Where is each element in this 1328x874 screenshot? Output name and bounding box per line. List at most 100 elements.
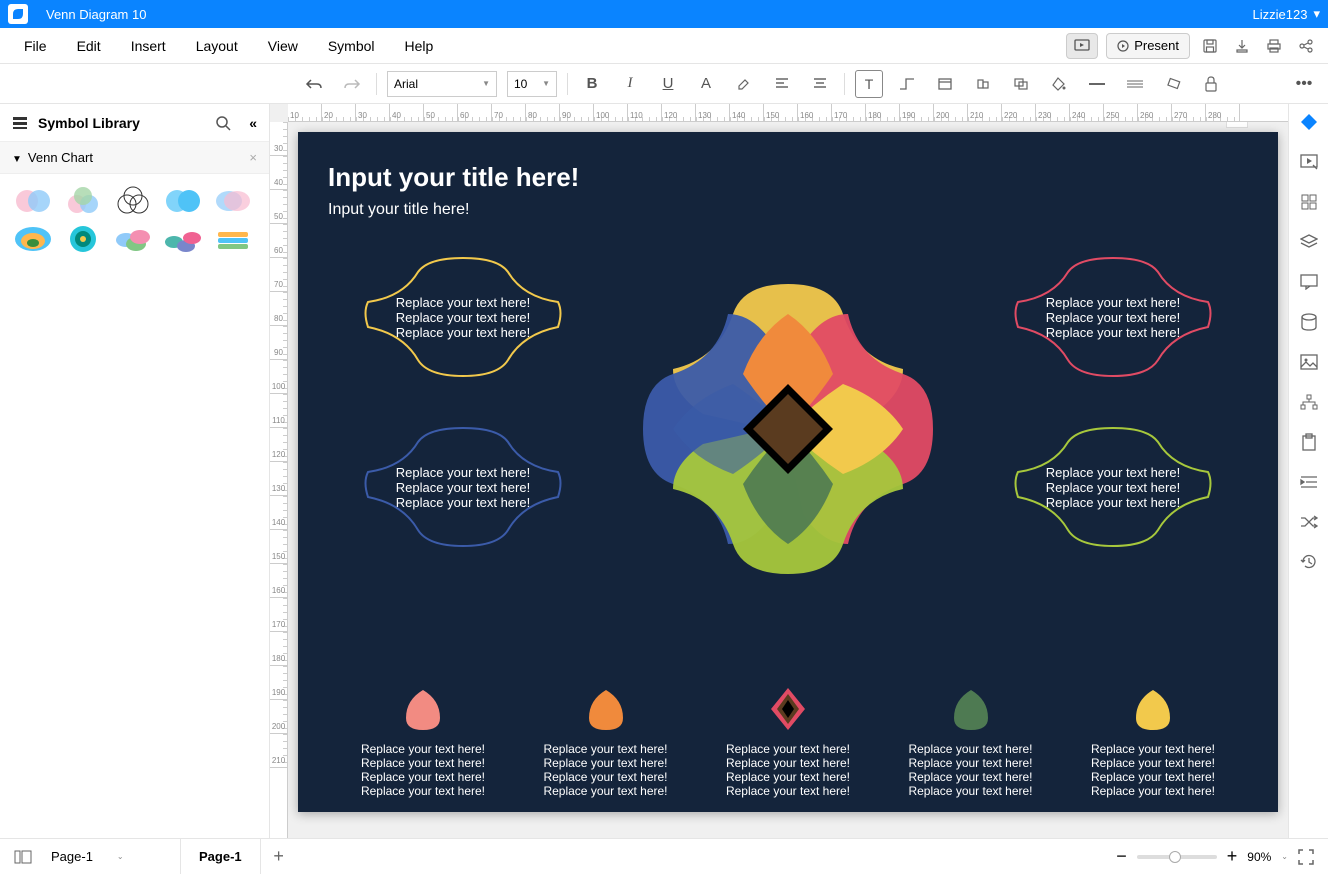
align-objects-button[interactable]	[969, 70, 997, 98]
clipboard-icon[interactable]	[1297, 430, 1321, 454]
menu-help[interactable]: Help	[391, 32, 448, 60]
menu-edit[interactable]: Edit	[63, 32, 115, 60]
right-toolbar	[1288, 104, 1328, 838]
venn-shape-concentric[interactable]	[12, 224, 54, 254]
highlight-button[interactable]	[730, 70, 758, 98]
save-icon[interactable]	[1198, 34, 1222, 58]
shuffle-icon[interactable]	[1297, 510, 1321, 534]
text-tool-button[interactable]: T	[855, 70, 883, 98]
menu-symbol[interactable]: Symbol	[314, 32, 389, 60]
user-menu[interactable]: Lizzie123 ▾	[1253, 6, 1320, 22]
menu-layout[interactable]: Layout	[182, 32, 252, 60]
library-shapes	[0, 174, 269, 266]
grid-icon[interactable]	[1297, 190, 1321, 214]
add-page-button[interactable]: +	[261, 846, 297, 867]
menu-view[interactable]: View	[254, 32, 312, 60]
venn-shape-2flat[interactable]	[162, 186, 204, 216]
history-icon[interactable]	[1297, 550, 1321, 574]
toolbar: Arial▼ 10▼ B I U A T •••	[0, 64, 1328, 104]
zoom-out-button[interactable]: −	[1116, 846, 1127, 867]
app-logo-icon	[8, 4, 28, 24]
page-title-text[interactable]: Input your title here!	[328, 162, 1248, 193]
callout-bottom-right[interactable]: Replace your text here! Replace your tex…	[1008, 422, 1218, 552]
canvas-scroll[interactable]: Input your title here! Input your title …	[288, 122, 1288, 838]
ruler-horizontal: 1020304050607080901001101201301401501601…	[288, 104, 1288, 122]
export-icon[interactable]	[1230, 34, 1254, 58]
undo-button[interactable]	[300, 70, 328, 98]
group-button[interactable]	[1007, 70, 1035, 98]
search-icon[interactable]	[215, 115, 231, 131]
page-tab[interactable]: Page-1	[181, 839, 261, 874]
document-title: Venn Diagram 10	[46, 7, 1253, 22]
venn-shape-segments[interactable]	[212, 224, 254, 254]
redo-button[interactable]	[338, 70, 366, 98]
venn-shape-overlap-3d[interactable]	[112, 224, 154, 254]
close-panel-icon[interactable]: ×	[249, 150, 257, 165]
venn-shape-ellipses[interactable]	[212, 186, 254, 216]
sidebar-title: Symbol Library	[38, 115, 140, 131]
comment-slide-icon[interactable]	[1297, 270, 1321, 294]
theme-icon[interactable]	[1297, 110, 1321, 134]
legend-row: Replace your text here! Replace your tex…	[348, 686, 1228, 798]
connector-button[interactable]	[893, 70, 921, 98]
zoom-slider[interactable]	[1137, 855, 1217, 859]
venn-shape-3outline[interactable]	[112, 186, 154, 216]
venn-shape-2circle[interactable]	[12, 186, 54, 216]
container-button[interactable]	[931, 70, 959, 98]
outline-icon[interactable]	[14, 850, 32, 864]
menu-file[interactable]: File	[10, 32, 61, 60]
statusbar: Page-1⌄ Page-1 + − + 90% ⌄	[0, 838, 1328, 874]
italic-button[interactable]: I	[616, 70, 644, 98]
align-h-button[interactable]	[768, 70, 796, 98]
align-v-button[interactable]	[806, 70, 834, 98]
library-panel-header[interactable]: ▼Venn Chart ×	[0, 142, 269, 174]
canvas-area: » 10203040506070809010011012013014015016…	[270, 104, 1288, 838]
fill-button[interactable]	[1045, 70, 1073, 98]
present-button[interactable]: Present	[1106, 33, 1190, 59]
fullscreen-icon[interactable]	[1298, 849, 1314, 865]
user-name: Lizzie123	[1253, 7, 1308, 22]
font-color-button[interactable]: A	[692, 70, 720, 98]
callout-bottom-left[interactable]: Replace your text here! Replace your tex…	[358, 422, 568, 552]
venn-shape-radial[interactable]	[62, 224, 104, 254]
ruler-vertical: 3040506070809010011012013014015016017018…	[270, 122, 288, 838]
legend-item-4[interactable]: Replace your text here! Replace your tex…	[896, 686, 1046, 798]
legend-item-5[interactable]: Replace your text here! Replace your tex…	[1078, 686, 1228, 798]
zoom-in-button[interactable]: +	[1227, 846, 1238, 867]
menu-insert[interactable]: Insert	[117, 32, 180, 60]
indent-icon[interactable]	[1297, 470, 1321, 494]
print-icon[interactable]	[1262, 34, 1286, 58]
diagram-page[interactable]: Input your title here! Input your title …	[298, 132, 1278, 812]
titlebar: Venn Diagram 10 Lizzie123 ▾	[0, 0, 1328, 28]
data-icon[interactable]	[1297, 310, 1321, 334]
menubar: FileEditInsertLayoutViewSymbolHelp Prese…	[0, 28, 1328, 64]
callout-top-left[interactable]: Replace your text here! Replace your tex…	[358, 252, 568, 382]
sitemap-icon[interactable]	[1297, 390, 1321, 414]
layers-icon[interactable]	[1297, 230, 1321, 254]
present-label: Present	[1134, 38, 1179, 53]
legend-item-1[interactable]: Replace your text here! Replace your tex…	[348, 686, 498, 798]
legend-item-2[interactable]: Replace your text here! Replace your tex…	[531, 686, 681, 798]
collapse-sidebar-icon[interactable]: «	[249, 115, 257, 131]
venn-shape-3circle[interactable]	[62, 186, 104, 216]
bold-button[interactable]: B	[578, 70, 606, 98]
underline-button[interactable]: U	[654, 70, 682, 98]
lock-button[interactable]	[1197, 70, 1225, 98]
line-style-button[interactable]	[1121, 70, 1149, 98]
legend-item-3[interactable]: Replace your text here! Replace your tex…	[713, 686, 863, 798]
line-color-button[interactable]	[1083, 70, 1111, 98]
font-size-select[interactable]: 10▼	[507, 71, 557, 97]
callout-top-right[interactable]: Replace your text here! Replace your tex…	[1008, 252, 1218, 382]
share-icon[interactable]	[1294, 34, 1318, 58]
font-select[interactable]: Arial▼	[387, 71, 497, 97]
zoom-value[interactable]: 90%	[1247, 850, 1271, 864]
venn-shape-cluster[interactable]	[162, 224, 204, 254]
page-subtitle-text[interactable]: Input your title here!	[328, 201, 1248, 219]
image-icon[interactable]	[1297, 350, 1321, 374]
more-button[interactable]: •••	[1290, 70, 1318, 98]
eraser-button[interactable]	[1159, 70, 1187, 98]
venn-center[interactable]	[633, 274, 943, 584]
slideshow-button[interactable]	[1066, 33, 1098, 59]
slide-play-icon[interactable]	[1297, 150, 1321, 174]
page-dropdown[interactable]: Page-1⌄	[42, 845, 133, 868]
